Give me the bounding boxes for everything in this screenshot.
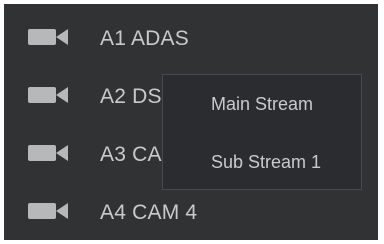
video-camera-icon: [28, 29, 68, 45]
camera-label: A4 CAM 4: [100, 201, 198, 224]
menu-item-main-stream[interactable]: Main Stream: [163, 77, 361, 131]
camera-label: A1 ADAS: [100, 27, 189, 50]
video-camera-icon: [28, 87, 68, 103]
camera-item-a1[interactable]: A1 ADAS: [4, 4, 378, 62]
video-camera-icon: [28, 145, 68, 161]
menu-item-label: Sub Stream 1: [211, 152, 322, 172]
stream-context-menu: Main Stream Sub Stream 1: [162, 74, 362, 190]
video-camera-icon: [28, 203, 68, 219]
menu-item-sub-stream-1[interactable]: Sub Stream 1: [163, 135, 361, 189]
camera-list-panel: A1 ADAS A2 DSM A3 CAM 3 A4 CAM 4 Main St…: [4, 4, 378, 240]
menu-item-label: Main Stream: [211, 94, 314, 114]
